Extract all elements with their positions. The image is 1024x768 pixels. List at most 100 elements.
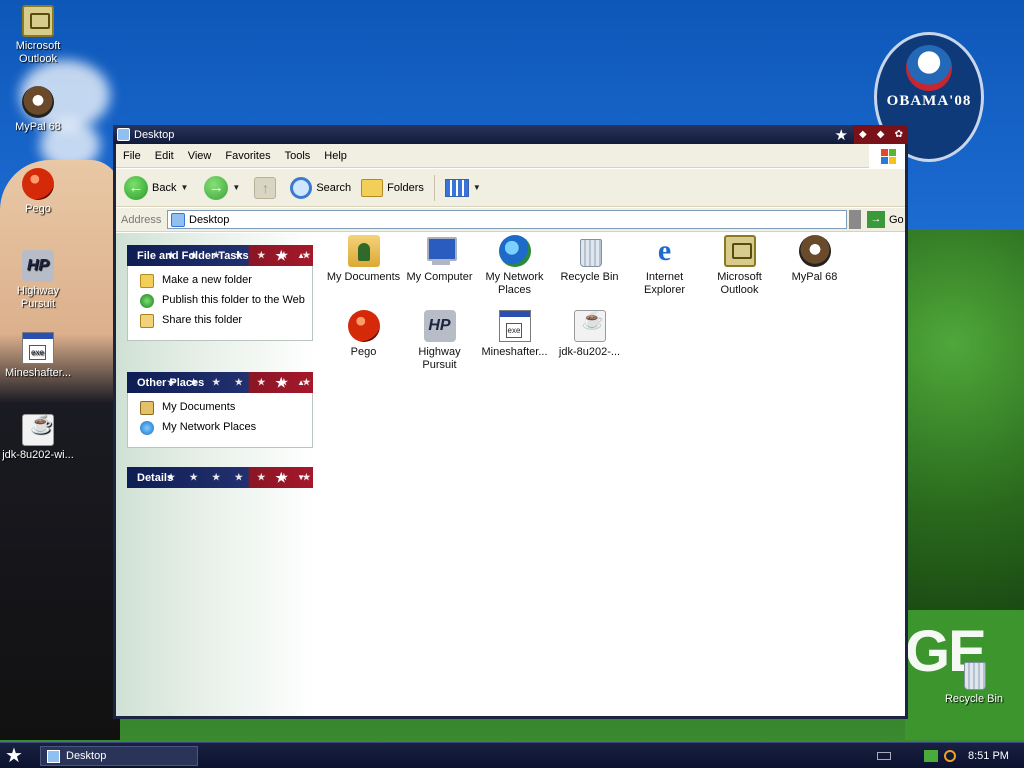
- panel-other-places: ★ ★ ★ ★ ★ ★ ★ ★ ★ ★ Other Places ★ ▲ My …: [127, 372, 313, 448]
- mypal-icon: [798, 235, 831, 267]
- file-mineshafter[interactable]: Mineshafter...: [477, 310, 552, 359]
- desktop-icon-label: Highway Pursuit: [16, 285, 60, 310]
- search-button[interactable]: Search: [290, 176, 351, 199]
- network-places-icon: [140, 421, 154, 435]
- desktop-icon-jdk[interactable]: jdk-8u202-wi...: [0, 414, 76, 462]
- file-internet-explorer[interactable]: e Internet Explorer: [627, 235, 702, 297]
- file-label: Recycle Bin: [560, 271, 619, 283]
- star-icon: ★: [834, 126, 848, 144]
- address-input[interactable]: Desktop: [167, 210, 847, 229]
- start-button[interactable]: ★: [5, 745, 23, 767]
- desktop-icon-mypal[interactable]: MyPal 68: [0, 86, 76, 134]
- collapse-icon[interactable]: ▲: [297, 378, 305, 387]
- desktop-icon-mineshafter[interactable]: Mineshafter...: [0, 332, 76, 380]
- views-dropdown-icon[interactable]: ▼: [473, 183, 481, 192]
- panel-title: Other Places: [137, 376, 205, 389]
- network-tray-icon[interactable]: [924, 749, 938, 762]
- clock[interactable]: 8:51 PM: [968, 750, 1009, 762]
- outlook-icon: [723, 235, 756, 267]
- close-button[interactable]: ✿: [895, 129, 903, 140]
- my-documents-icon: [140, 401, 154, 415]
- outlook-icon: [22, 5, 54, 37]
- folders-label: Folders: [387, 181, 424, 194]
- highway-pursuit-icon: HP: [423, 310, 456, 342]
- task-share-folder[interactable]: Share this folder: [140, 314, 312, 328]
- task-label: Share this folder: [162, 314, 243, 326]
- panel-file-folder-tasks: ★ ★ ★ ★ ★ ★ ★ ★ ★ ★ File and Folder Task…: [127, 245, 313, 341]
- task-label: Make a new folder: [162, 274, 252, 286]
- obama-logo-icon: [906, 45, 952, 91]
- file-my-computer[interactable]: My Computer: [402, 235, 477, 284]
- file-label: MyPal 68: [791, 271, 838, 283]
- desktop-icon-recycle-bin[interactable]: Recycle Bin: [936, 658, 1012, 706]
- desktop-icon-label: MyPal 68: [15, 121, 61, 133]
- file-label: Highway Pursuit: [418, 346, 461, 371]
- address-label: Address: [121, 213, 162, 226]
- menu-bar: File Edit View Favorites Tools Help: [116, 144, 905, 168]
- views-button[interactable]: ▼: [444, 178, 481, 197]
- window-titlebar[interactable]: Desktop ★ ◆ ◆ ✿: [113, 125, 908, 144]
- menu-favorites[interactable]: Favorites: [218, 150, 277, 162]
- go-button[interactable]: → Go: [867, 211, 904, 228]
- panel-details: ★ ★ ★ ★ ★ ★ ★ ★ ★ ★ Details ★ ▼: [127, 467, 313, 488]
- forward-arrow-icon: →: [204, 175, 229, 200]
- file-label: Internet Explorer: [644, 271, 685, 296]
- search-tray-icon[interactable]: [944, 749, 956, 762]
- file-pego[interactable]: Pego: [326, 310, 401, 359]
- file-my-documents[interactable]: My Documents: [326, 235, 401, 284]
- address-value: Desktop: [189, 213, 230, 226]
- minimize-button[interactable]: ◆: [859, 129, 867, 140]
- taskbar-task-desktop[interactable]: Desktop: [40, 746, 198, 766]
- highway-pursuit-icon: HP: [22, 250, 54, 282]
- task-make-new-folder[interactable]: Make a new folder: [140, 274, 312, 288]
- forward-dropdown-icon[interactable]: ▼: [232, 183, 240, 192]
- task-label: Publish this folder to the Web: [162, 294, 305, 306]
- menu-view[interactable]: View: [181, 150, 219, 162]
- badge-text: OBAMA'08: [886, 93, 972, 109]
- task-publish-to-web[interactable]: Publish this folder to the Web: [140, 294, 312, 308]
- panel-header[interactable]: ★ ★ ★ ★ ★ ★ ★ ★ ★ ★ Details ★ ▼: [127, 467, 313, 488]
- back-button[interactable]: ← Back ▼: [124, 175, 188, 200]
- menu-file[interactable]: File: [116, 150, 148, 162]
- file-jdk[interactable]: jdk-8u202-...: [552, 310, 627, 359]
- windows-flag-icon: [869, 144, 905, 168]
- file-my-network-places[interactable]: My Network Places: [477, 235, 552, 297]
- explorer-window: Desktop ★ ◆ ◆ ✿ File Edit View Favorites…: [113, 125, 908, 719]
- menu-tools[interactable]: Tools: [278, 150, 318, 162]
- go-label: Go: [889, 213, 904, 226]
- folders-button[interactable]: Folders: [361, 178, 424, 197]
- place-my-network-places[interactable]: My Network Places: [140, 421, 312, 435]
- address-dropdown[interactable]: [849, 210, 861, 229]
- desktop-icon-highway-pursuit[interactable]: HP Highway Pursuit: [0, 250, 76, 311]
- menu-edit[interactable]: Edit: [148, 150, 181, 162]
- desktop-icon-outlook[interactable]: Microsoft Outlook: [0, 5, 76, 66]
- panel-header[interactable]: ★ ★ ★ ★ ★ ★ ★ ★ ★ ★ Other Places ★ ▲: [127, 372, 313, 393]
- file-highway-pursuit[interactable]: HP Highway Pursuit: [402, 310, 477, 372]
- file-label: Pego: [350, 346, 377, 358]
- search-icon: [290, 176, 313, 199]
- go-arrow-icon: →: [867, 211, 885, 228]
- file-microsoft-outlook[interactable]: Microsoft Outlook: [702, 235, 777, 297]
- mypal-icon: [22, 86, 54, 118]
- back-label: Back: [152, 181, 177, 194]
- desktop-icon-label: Microsoft Outlook: [15, 40, 61, 65]
- expand-icon[interactable]: ▼: [297, 473, 305, 482]
- panel-header[interactable]: ★ ★ ★ ★ ★ ★ ★ ★ ★ ★ File and Folder Task…: [127, 245, 313, 266]
- maximize-button[interactable]: ◆: [877, 129, 885, 140]
- menu-help[interactable]: Help: [317, 150, 354, 162]
- share-folder-icon: [140, 314, 154, 328]
- forward-button[interactable]: → ▼: [204, 175, 240, 200]
- back-dropdown-icon[interactable]: ▼: [180, 183, 188, 192]
- address-bar: Address Desktop → Go: [116, 208, 905, 232]
- collapse-icon[interactable]: ▲: [297, 251, 305, 260]
- pego-icon: [22, 168, 54, 200]
- file-label: My Documents: [326, 271, 401, 283]
- file-recycle-bin[interactable]: Recycle Bin: [552, 235, 627, 284]
- desktop-icon-pego[interactable]: Pego: [0, 168, 76, 216]
- network-places-icon: [498, 235, 531, 267]
- file-mypal[interactable]: MyPal 68: [777, 235, 852, 284]
- up-button[interactable]: ↑: [254, 176, 277, 199]
- keyboard-icon[interactable]: [877, 752, 891, 760]
- place-my-documents[interactable]: My Documents: [140, 401, 312, 415]
- toolbar-separator: [433, 174, 435, 201]
